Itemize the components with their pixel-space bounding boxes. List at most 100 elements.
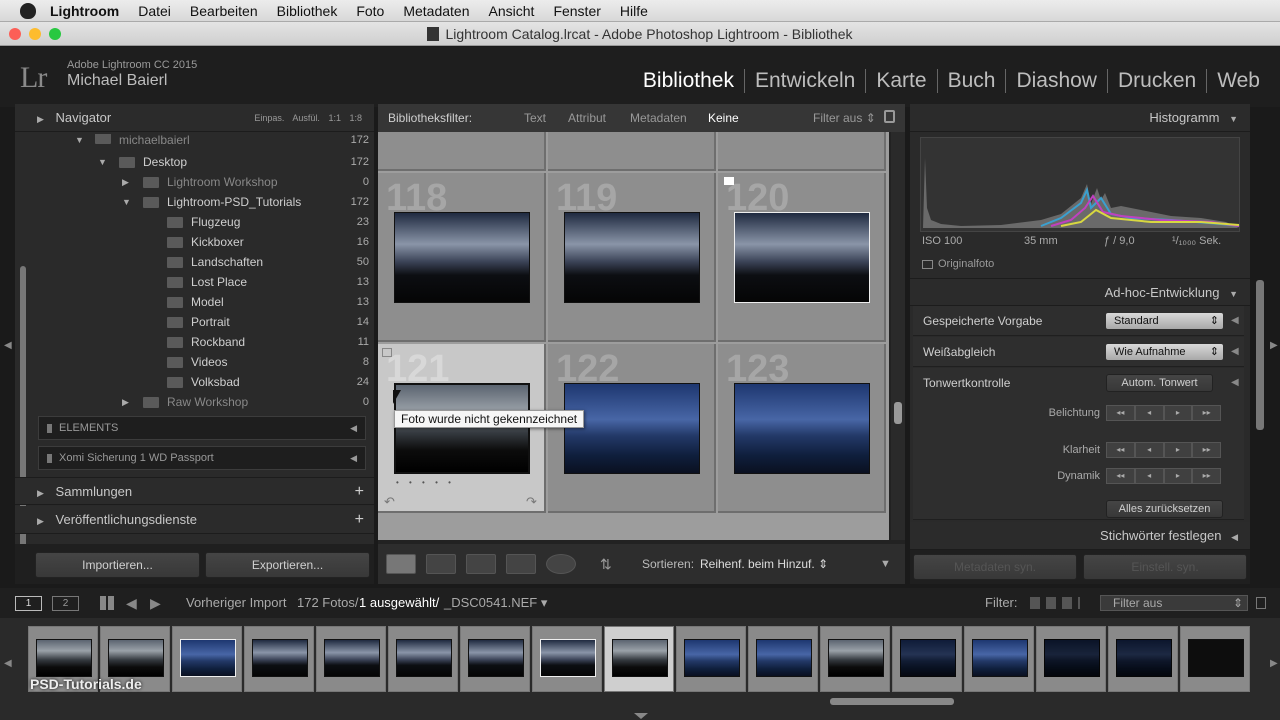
zoom-1-1[interactable]: 1:1 <box>328 113 341 123</box>
filmstrip-thumbnail[interactable] <box>180 639 236 677</box>
survey-view-icon[interactable] <box>506 554 536 574</box>
rotate-right-icon[interactable]: ↷ <box>526 494 537 510</box>
menu-bibliothek[interactable]: Bibliothek <box>277 3 338 19</box>
filmstrip-cell[interactable] <box>388 626 458 692</box>
flag-icon[interactable] <box>382 348 392 357</box>
navigator-header[interactable]: ▶ Navigator Einpas. Ausfül. 1:1 1:8 <box>15 104 374 132</box>
folder-row-lost-place[interactable]: Lost Place 13 <box>35 272 369 292</box>
rotate-left-icon[interactable]: ↶ <box>384 494 395 510</box>
module-web[interactable]: Web <box>1206 69 1270 93</box>
pick-flag-icon[interactable] <box>724 177 734 185</box>
folder-row-rockband[interactable]: Rockband 11 <box>35 332 369 352</box>
filter-lock-icon[interactable] <box>1256 597 1266 609</box>
rating-stars[interactable]: • • • • • <box>396 478 455 487</box>
zoom-1-8[interactable]: 1:8 <box>349 113 362 123</box>
filmstrip-thumbnail[interactable] <box>828 639 884 677</box>
forward-arrow-icon[interactable]: ▶ <box>150 588 161 618</box>
filmstrip-thumbnail[interactable] <box>612 639 668 677</box>
source-label[interactable]: Vorheriger Import <box>186 588 286 618</box>
photo-thumbnail[interactable] <box>564 383 700 474</box>
expand-arrow-icon[interactable]: ◀ <box>1231 306 1239 336</box>
filmstrip-thumbnail[interactable] <box>684 639 740 677</box>
main-window-icon[interactable]: 1 <box>15 596 42 611</box>
filmstrip-thumbnail[interactable] <box>396 639 452 677</box>
quick-develop-header[interactable]: Ad-hoc-Entwicklung ▼ <box>910 278 1250 306</box>
menu-bearbeiten[interactable]: Bearbeiten <box>190 3 258 19</box>
filmstrip-cell[interactable] <box>676 626 746 692</box>
folder-row-lightroom-workshop[interactable]: ▶ Lightroom Workshop 0 <box>35 172 369 192</box>
toolbar-options-icon[interactable]: ▼ <box>880 544 891 584</box>
folder-row-videos[interactable]: Videos 8 <box>35 352 369 372</box>
vibrance-stepper[interactable]: ◂◂ ◂ ▸ ▸▸ <box>1106 468 1221 484</box>
photo-thumbnail[interactable] <box>734 212 870 303</box>
filmstrip-cell[interactable] <box>532 626 602 692</box>
filmstrip-thumbnail[interactable] <box>468 639 524 677</box>
filmstrip-cell[interactable] <box>1108 626 1178 692</box>
grid-cell[interactable]: 122 <box>548 344 716 513</box>
module-buch[interactable]: Buch <box>936 69 1006 93</box>
close-window-button[interactable] <box>9 28 21 40</box>
expand-arrow-icon[interactable]: ◀ <box>1231 368 1239 398</box>
histogram-header[interactable]: Histogramm ▼ <box>910 104 1250 132</box>
filmstrip-cell[interactable] <box>820 626 890 692</box>
back-arrow-icon[interactable]: ◀ <box>126 588 137 618</box>
folder-row-kickboxer[interactable]: Kickboxer 16 <box>35 232 369 252</box>
sync-metadata-button[interactable]: Metadaten syn. <box>913 554 1077 580</box>
folder-row-flugzeug[interactable]: Flugzeug 23 <box>35 212 369 232</box>
export-button[interactable]: Exportieren... <box>205 552 370 578</box>
filmstrip-cell[interactable] <box>1180 626 1250 692</box>
grid-cell[interactable]: 123 <box>718 344 886 513</box>
filmstrip-thumbnail[interactable] <box>108 639 164 677</box>
collections-header[interactable]: ▶ Sammlungen + <box>15 477 374 505</box>
filter-preset-dropdown[interactable]: Filter aus ⇕ <box>813 104 876 132</box>
module-bibliothek[interactable]: Bibliothek <box>633 69 744 93</box>
filmstrip-thumbnail[interactable] <box>756 639 812 677</box>
module-entwickeln[interactable]: Entwickeln <box>743 69 865 93</box>
filmstrip-thumbnail[interactable] <box>1188 639 1244 677</box>
grid-cell-selected[interactable]: 121 • • • • • ↶ ↷ <box>378 344 546 513</box>
grid-cell[interactable]: 120 <box>718 173 886 342</box>
filmstrip-thumbnail[interactable] <box>324 639 380 677</box>
add-publish-service-icon[interactable]: + <box>355 506 364 534</box>
photo-thumbnail[interactable] <box>564 212 700 303</box>
file-name-dropdown[interactable]: _DSC0541.NEF ▾ <box>444 588 547 618</box>
compare-view-icon[interactable] <box>466 554 496 574</box>
folder-row-landschaften[interactable]: Landschaften 50 <box>35 252 369 272</box>
zoom-window-button[interactable] <box>49 28 61 40</box>
right-panel-toggle-icon[interactable]: ▶ <box>1270 340 1278 351</box>
grid-cell[interactable] <box>378 132 546 171</box>
filmstrip-thumbnail[interactable] <box>1116 639 1172 677</box>
exposure-stepper[interactable]: ◂◂ ◂ ▸ ▸▸ <box>1106 405 1221 421</box>
people-view-icon[interactable] <box>546 554 576 574</box>
auto-tone-button[interactable]: Autom. Tonwert <box>1106 374 1213 392</box>
folder-row-model[interactable]: Model 13 <box>35 292 369 312</box>
zoom-fill[interactable]: Ausfül. <box>292 113 320 123</box>
menu-hilfe[interactable]: Hilfe <box>620 3 648 19</box>
left-panel-toggle-icon[interactable]: ◀ <box>4 340 12 351</box>
original-photo-checkbox[interactable] <box>922 260 933 269</box>
volume-xomi[interactable]: Xomi Sicherung 1 WD Passport ◀ <box>38 446 366 470</box>
folder-row-lightroom-psd-tutorials[interactable]: ▼ Lightroom-PSD_Tutorials 172 <box>35 192 369 212</box>
folder-row-parent[interactable]: ▼ michaelbaierl 172 <box>35 134 369 148</box>
grid-cell[interactable] <box>548 132 716 171</box>
minimize-window-button[interactable] <box>29 28 41 40</box>
grid-scrollbar[interactable] <box>891 132 905 540</box>
menu-metadaten[interactable]: Metadaten <box>403 3 469 19</box>
histogram[interactable] <box>920 137 1240 232</box>
filmstrip-cell[interactable] <box>172 626 242 692</box>
add-collection-icon[interactable]: + <box>355 478 364 506</box>
volume-elements[interactable]: ELEMENTS ◀ <box>38 416 366 440</box>
apple-icon[interactable] <box>20 2 36 19</box>
filmstrip-cell[interactable] <box>244 626 314 692</box>
saved-preset-dropdown[interactable]: Standard ⇕ <box>1106 313 1223 329</box>
filmstrip-thumbnail[interactable] <box>252 639 308 677</box>
filmstrip-cell[interactable] <box>964 626 1034 692</box>
menu-fenster[interactable]: Fenster <box>553 3 600 19</box>
grid-view-icon[interactable] <box>386 554 416 574</box>
photo-thumbnail[interactable] <box>734 383 870 474</box>
filmstrip-cell[interactable] <box>316 626 386 692</box>
white-balance-dropdown[interactable]: Wie Aufnahme ⇕ <box>1106 344 1223 360</box>
import-button[interactable]: Importieren... <box>35 552 200 578</box>
loupe-view-icon[interactable] <box>426 554 456 574</box>
folder-row-raw-workshop[interactable]: ▶ Raw Workshop 0 <box>35 392 369 412</box>
